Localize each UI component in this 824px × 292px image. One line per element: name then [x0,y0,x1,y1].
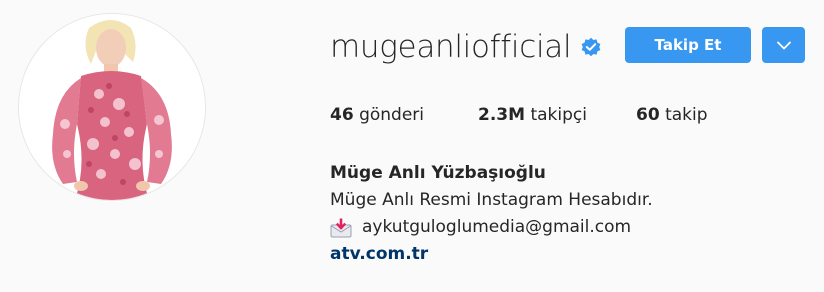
follow-button[interactable]: Takip Et [625,27,751,63]
bio-email-line: aykutguloglumedia@gmail.com [330,214,653,241]
website-link[interactable]: atv.com.tr [330,244,428,264]
stat-following[interactable]: 60 takip [636,105,708,125]
stat-posts: 46 gönderi [330,105,478,125]
verified-badge-icon [581,37,601,57]
avatar-image [19,14,205,200]
username: mugeanliofficial [330,29,572,65]
suggested-dropdown-button[interactable] [762,27,805,63]
stat-followers[interactable]: 2.3M takipçi [478,105,636,125]
email-text: aykutguloglumedia@gmail.com [362,217,632,237]
incoming-envelope-icon [330,218,352,237]
following-label: takip [665,105,708,125]
following-count: 60 [636,105,660,125]
bio-text: Müge Anlı Resmi Instagram Hesabıdır. [330,190,653,210]
followers-label: takipçi [530,105,587,125]
profile-stats: 46 gönderi 2.3M takipçi 60 takip [330,105,708,125]
full-name: Müge Anlı Yüzbaşıoğlu [330,163,546,183]
chevron-down-icon [776,41,791,49]
posts-label: gönderi [359,105,425,125]
posts-count: 46 [330,105,354,125]
profile-avatar[interactable] [18,13,206,201]
username-row: mugeanliofficial [330,22,601,72]
profile-bio: Müge Anlı Yüzbaşıoğlu Müge Anlı Resmi In… [330,160,653,268]
followers-count: 2.3M [478,105,526,125]
